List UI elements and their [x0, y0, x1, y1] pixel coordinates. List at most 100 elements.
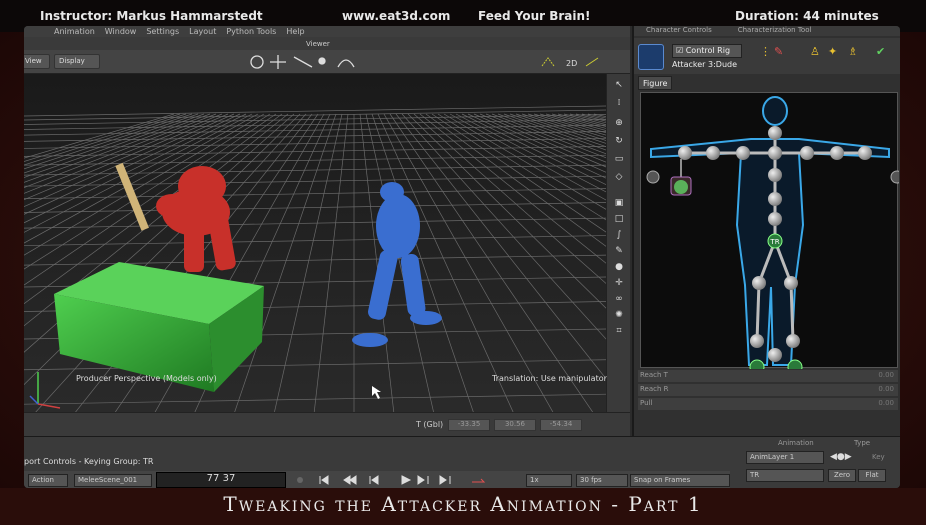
snap-dropdown[interactable]: Snap on Frames [630, 474, 730, 487]
instructor-text: Instructor: Markus Hammarstedt [40, 9, 263, 23]
skeleton-joint[interactable] [678, 146, 692, 160]
timecode-display[interactable]: 77 37 [156, 472, 286, 488]
coordinate-bar: T (Gbl) -33.35 30.56 -54.34 [24, 412, 630, 436]
viewport-scene [24, 105, 606, 412]
view-button[interactable]: View [24, 54, 50, 69]
transport-controls-label: port Controls - Keying Group: TR [24, 457, 154, 466]
skeleton-joint[interactable] [800, 146, 814, 160]
pull-row[interactable]: Pull 0.00 [638, 398, 898, 410]
keying-group-dropdown[interactable]: TR [746, 469, 824, 482]
display-button[interactable]: Display [54, 54, 100, 69]
navigation-tools[interactable] [246, 53, 366, 71]
video-frame: Instructor: Markus Hammarstedt www.eat3d… [0, 0, 926, 525]
fps-dropdown[interactable]: 30 fps [576, 474, 628, 487]
skeleton-joint[interactable] [786, 334, 800, 348]
zoom-icon[interactable] [318, 57, 326, 65]
coord-y-field[interactable]: 30.56 [494, 419, 536, 431]
brush-tool-icon[interactable]: ✎ [612, 246, 626, 258]
next-key-icon [417, 475, 429, 485]
arc-icon[interactable] [337, 59, 355, 68]
fk-icon: ✦ [828, 45, 837, 58]
crop-tool-icon[interactable]: ⌗ [612, 326, 626, 338]
skeleton-joint[interactable] [750, 334, 764, 348]
transport-bar: Action MeleeScene_001 77 37 1x 30 fps Sn… [24, 471, 730, 488]
coord-z-field[interactable]: -54.34 [540, 419, 582, 431]
skeleton-joint[interactable] [830, 146, 844, 160]
select-tool-icon[interactable]: ↖ [612, 80, 626, 92]
anim-layer-dropdown[interactable]: AnimLayer 1 [746, 451, 824, 464]
sphere-tool-icon[interactable]: ● [612, 262, 626, 274]
playback-controls[interactable] [292, 473, 502, 487]
figure-view[interactable]: TR [640, 92, 900, 390]
prev-key-icon [369, 475, 379, 485]
reach-r-row[interactable]: Reach R 0.00 [638, 384, 898, 396]
reach-r-value[interactable]: 0.00 [878, 385, 894, 393]
tab-figure[interactable]: Figure [638, 76, 672, 90]
link-tool-icon[interactable]: ∞ [612, 294, 626, 306]
reach-t-value[interactable]: 0.00 [878, 371, 894, 379]
view-mode-icons[interactable]: 2D [540, 54, 606, 70]
character-menu-icon[interactable] [638, 44, 664, 70]
control-rig-checkbox[interactable]: ☑ Control Rig [672, 44, 742, 58]
pull-value[interactable]: 0.00 [878, 399, 894, 407]
action-dropdown[interactable]: Action [28, 474, 68, 487]
menu-item-animation[interactable]: Animation [54, 27, 95, 36]
skeleton-joint[interactable] [858, 146, 872, 160]
skeleton-joint[interactable] [768, 168, 782, 182]
animation-header: Animation [778, 439, 814, 447]
skeleton-joint[interactable] [752, 276, 766, 290]
reach-t-label: Reach T [640, 371, 668, 379]
zero-button[interactable]: Zero [828, 469, 856, 482]
menu-item-python-tools[interactable]: Python Tools [226, 27, 276, 36]
box-tool-icon[interactable]: □ [612, 214, 626, 226]
character-controls-panel: Character Controls Characterization Tool… [632, 26, 900, 436]
orbit-icon[interactable] [250, 55, 264, 69]
tab-character-controls[interactable]: Character Controls [646, 26, 712, 36]
path-tool-icon[interactable]: ∫ [612, 230, 626, 242]
3d-viewport[interactable] [24, 74, 606, 412]
reach-t-row[interactable]: Reach T 0.00 [638, 370, 898, 382]
skeleton-joint[interactable] [768, 192, 782, 206]
play-icon [401, 475, 412, 485]
light-tool-icon[interactable]: ✺ [612, 310, 626, 322]
transport-area: port Controls - Keying Group: TR Action … [24, 436, 900, 488]
skeleton-joint[interactable] [736, 146, 750, 160]
hand-effector[interactable] [670, 176, 692, 196]
scale-tool-icon[interactable]: ▭ [612, 154, 626, 166]
pan-icon[interactable] [270, 55, 286, 69]
go-end-icon [439, 475, 451, 485]
flat-button[interactable]: Flat [858, 469, 886, 482]
mouse-cursor-icon [372, 386, 381, 399]
menu-item-help[interactable]: Help [286, 27, 304, 36]
pivot-tool-icon[interactable]: ◇ [612, 172, 626, 184]
menu-item-window[interactable]: Window [105, 27, 137, 36]
skeleton-joint[interactable] [706, 146, 720, 160]
green-box-model[interactable] [54, 262, 264, 392]
svg-text:2D: 2D [566, 59, 577, 68]
coord-x-field[interactable]: -33.35 [448, 419, 490, 431]
menu-item-layout[interactable]: Layout [189, 27, 216, 36]
skeleton-joint[interactable] [768, 348, 782, 362]
title-band: Tweaking the Attacker Animation - Part 1 [0, 488, 926, 525]
skeleton-joint[interactable] [768, 126, 782, 140]
record-icon [297, 477, 303, 483]
skeleton-joint[interactable] [784, 276, 798, 290]
speed-dropdown[interactable]: 1x [526, 474, 572, 487]
scene-dropdown[interactable]: MeleeScene_001 [74, 474, 152, 487]
cube-tool-icon[interactable]: ▣ [612, 198, 626, 210]
local-mode-icon[interactable]: ⁞ [612, 98, 626, 110]
viewer-side-toolbar: ↖ ⁞ ⊕ ↻ ▭ ◇ ▣ □ ∫ ✎ ● ✛ ∞ ✺ ⌗ [606, 74, 630, 412]
app-screen: Animation Window Settings Layout Python … [24, 26, 900, 488]
menu-item-settings[interactable]: Settings [146, 27, 179, 36]
tab-characterization-tool[interactable]: Characterization Tool [738, 26, 812, 36]
skeleton-joint[interactable] [768, 146, 782, 160]
translate-tool-icon[interactable]: ⊕ [612, 118, 626, 130]
viewer-pane: Animation Window Settings Layout Python … [24, 26, 630, 436]
dolly-icon[interactable] [293, 56, 313, 68]
rotate-tool-icon[interactable]: ↻ [612, 136, 626, 148]
tr-badge: TR [769, 238, 779, 246]
key-nav-icon[interactable]: ◀●▶ [830, 452, 852, 462]
skeleton-joint[interactable] [768, 212, 782, 226]
move-tool-icon[interactable]: ✛ [612, 278, 626, 290]
rig-mode-icons[interactable]: ⋮ ✎ ♙ ✦ ♗ ✔ [758, 42, 898, 60]
